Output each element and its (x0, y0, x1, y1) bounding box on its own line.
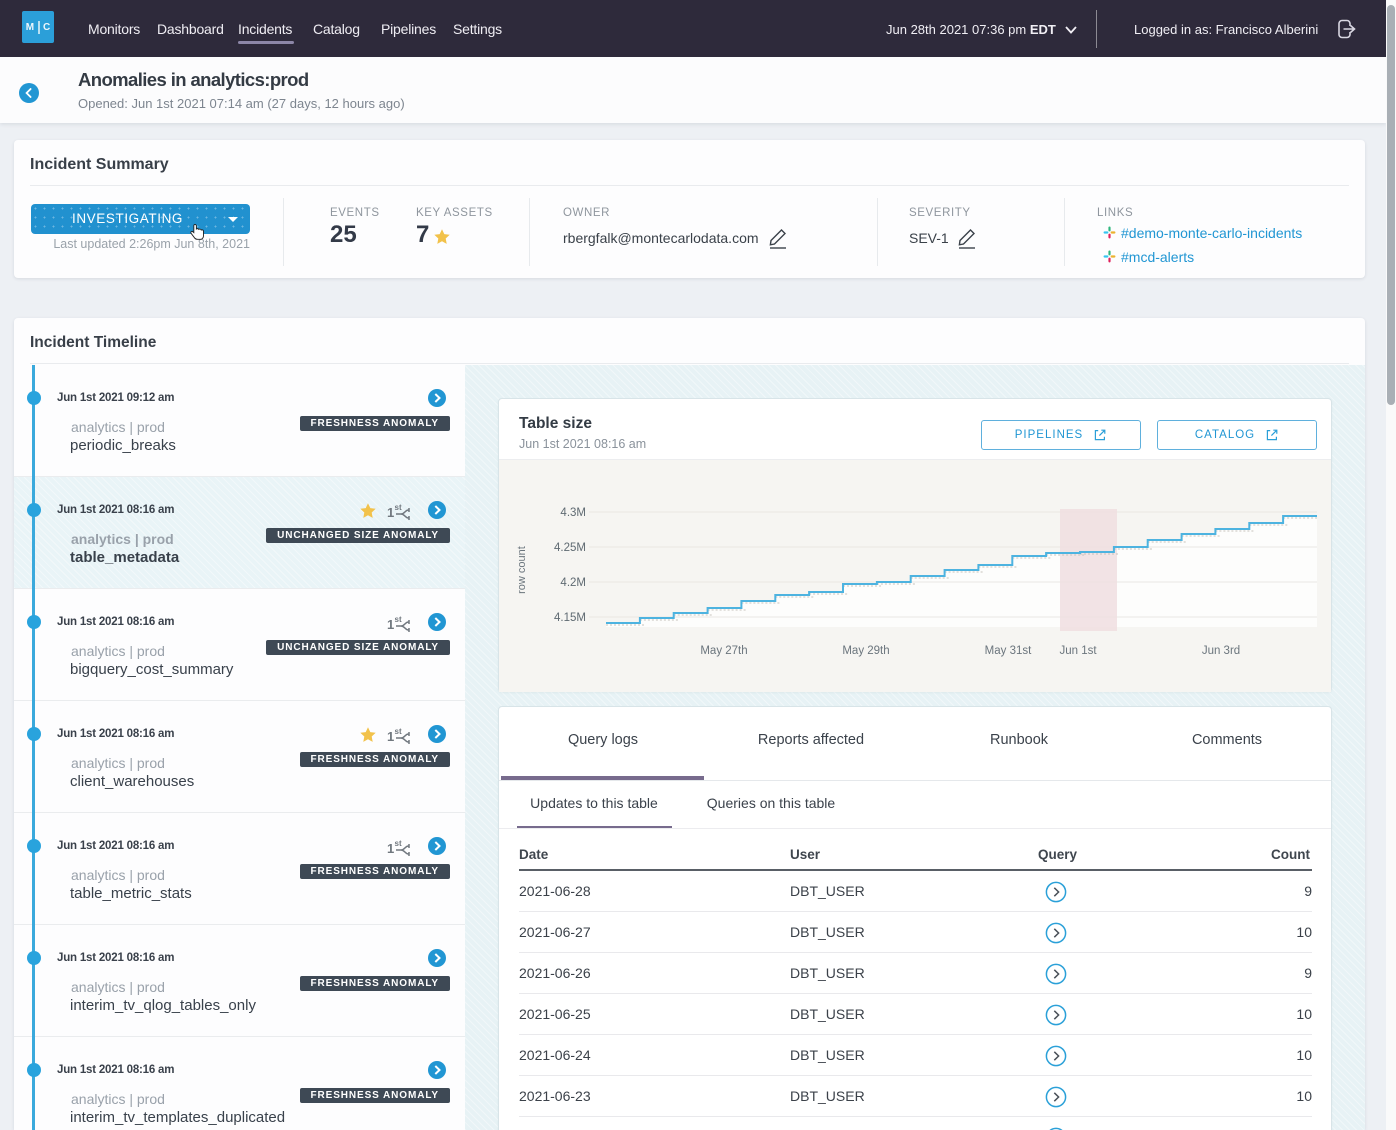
svg-text:1: 1 (387, 841, 394, 856)
svg-text:4.25M: 4.25M (554, 542, 586, 554)
svg-text:st: st (395, 503, 402, 512)
svg-text:Jun 1st: Jun 1st (1059, 645, 1097, 657)
svg-text:st: st (395, 727, 402, 736)
svg-text:4.15M: 4.15M (554, 612, 586, 624)
svg-text:May 31st: May 31st (985, 645, 1032, 657)
svg-text:1: 1 (387, 505, 394, 520)
svg-text:st: st (395, 615, 402, 624)
svg-text:1: 1 (387, 617, 394, 632)
svg-text:4.3M: 4.3M (560, 507, 586, 519)
svg-text:4.2M: 4.2M (560, 577, 586, 589)
svg-text:Jun 3rd: Jun 3rd (1202, 645, 1240, 657)
svg-text:1: 1 (387, 729, 394, 744)
svg-text:st: st (395, 839, 402, 848)
svg-text:May 27th: May 27th (700, 645, 747, 657)
svg-text:May 29th: May 29th (842, 645, 889, 657)
svg-text:row count: row count (516, 546, 528, 594)
